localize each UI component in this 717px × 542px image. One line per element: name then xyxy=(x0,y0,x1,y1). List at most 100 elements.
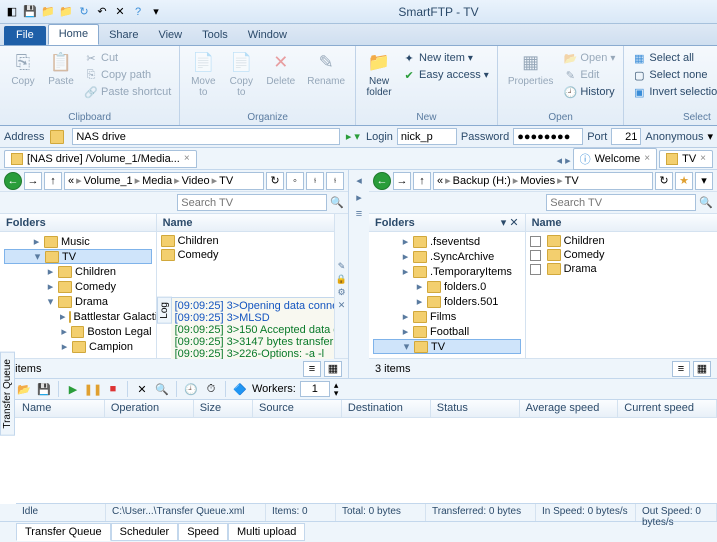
pause-icon[interactable]: ❚❚ xyxy=(85,381,101,397)
view-icons-icon[interactable]: ▦ xyxy=(693,361,711,377)
tree-item[interactable]: ▾Drama xyxy=(4,294,152,309)
speed-icon[interactable]: ⏱ xyxy=(203,381,219,397)
more1-button[interactable]: ⫮ xyxy=(306,172,324,190)
list-item[interactable]: Comedy xyxy=(530,248,713,262)
sync-right-icon[interactable]: ▸ xyxy=(356,191,362,204)
tree-item[interactable]: ▸folders.501 xyxy=(373,294,521,309)
stop-button[interactable]: ◦ xyxy=(286,172,304,190)
expand-icon[interactable]: ▾ xyxy=(46,295,55,308)
back-button[interactable]: ← xyxy=(4,172,22,190)
queue-col-header[interactable]: Average speed xyxy=(520,400,619,417)
view-icons-icon[interactable]: ▦ xyxy=(324,361,342,377)
gear-icon[interactable]: ⚙ xyxy=(337,287,345,298)
tab-window[interactable]: Window xyxy=(238,26,297,45)
right-search-input[interactable] xyxy=(546,194,696,211)
play-icon[interactable]: ▶ xyxy=(65,381,81,397)
queue-body[interactable] xyxy=(16,418,717,504)
tree-item[interactable]: ▸.SyncArchive xyxy=(373,249,521,264)
bottom-tab[interactable]: Multi upload xyxy=(228,523,305,541)
expand-icon[interactable]: ▸ xyxy=(401,265,410,278)
tree-item[interactable]: ▸Children xyxy=(4,264,152,279)
log-tab[interactable]: Log xyxy=(157,297,172,324)
crumb-segment[interactable]: Media xyxy=(142,175,172,187)
transfer-queue-side-label[interactable]: Transfer Queue xyxy=(0,352,15,436)
anon-dropdown-icon[interactable]: ▾ xyxy=(707,130,713,143)
lock-icon[interactable]: 🔒 xyxy=(336,274,347,285)
expand-icon[interactable]: ▸ xyxy=(401,325,410,338)
expand-icon[interactable]: ▸ xyxy=(415,295,424,308)
expand-icon[interactable]: ▸ xyxy=(46,265,55,278)
delete-button[interactable]: ✕Delete xyxy=(262,48,299,89)
list-item[interactable]: Comedy xyxy=(161,248,330,262)
moveto-button[interactable]: 📄Move to xyxy=(186,48,220,100)
expand-icon[interactable]: ▸ xyxy=(60,310,66,323)
tree-item[interactable]: ▸Music xyxy=(4,234,152,249)
qat-dropdown-icon[interactable]: ▾ xyxy=(148,4,164,20)
crumb-segment[interactable]: Video xyxy=(182,175,210,187)
delete-icon[interactable]: ✕ xyxy=(134,381,150,397)
schedule-icon[interactable]: 🕘 xyxy=(183,381,199,397)
edit-button[interactable]: ✎Edit xyxy=(561,67,617,83)
left-breadcrumb[interactable]: « ▸ Volume_1 ▸ Media ▸ Video ▸ TV xyxy=(64,172,264,190)
copypath-button[interactable]: ⎘Copy path xyxy=(82,67,173,83)
copyto-button[interactable]: 📄Copy to xyxy=(224,48,258,100)
spinner-icon[interactable]: ▴▾ xyxy=(334,381,339,397)
queue-col-header[interactable]: Status xyxy=(431,400,520,417)
anon-label[interactable]: Anonymous xyxy=(645,131,703,143)
selectall-button[interactable]: ▦Select all xyxy=(630,50,717,66)
back-button[interactable]: ← xyxy=(373,172,391,190)
left-search-input[interactable] xyxy=(177,194,327,211)
crumb-segment[interactable]: TV xyxy=(565,175,579,187)
forward-button[interactable]: → xyxy=(24,172,42,190)
workers-icon[interactable]: 🔷 xyxy=(232,381,248,397)
expand-icon[interactable]: ▸ xyxy=(60,325,68,338)
address-go-button[interactable]: ▸ ▾ xyxy=(346,130,360,143)
tab-file[interactable]: File xyxy=(4,26,46,45)
expand-icon[interactable]: ▾ xyxy=(33,250,42,263)
expand-icon[interactable]: ▸ xyxy=(401,250,410,263)
close-icon[interactable]: × xyxy=(644,153,650,164)
doctab-nas[interactable]: [NAS drive] /Volume_1/Media...× xyxy=(4,150,197,168)
close-icon[interactable]: × xyxy=(184,153,190,164)
tree-item[interactable]: ▸Boston Legal xyxy=(4,324,152,339)
queue-col-header[interactable]: Size xyxy=(194,400,253,417)
bottom-tab[interactable]: Scheduler xyxy=(111,523,179,541)
expand-icon[interactable]: ▾ xyxy=(402,340,411,353)
crumb-segment[interactable]: « xyxy=(68,175,74,187)
tree-item[interactable]: ▸Films xyxy=(373,309,521,324)
right-breadcrumb[interactable]: « ▸ Backup (H:) ▸ Movies ▸ TV xyxy=(433,172,653,190)
expand-icon[interactable]: ▸ xyxy=(60,340,69,353)
qat-folder2-icon[interactable]: 📁 xyxy=(58,4,74,20)
pasteshort-button[interactable]: 🔗Paste shortcut xyxy=(82,84,173,100)
tree-item[interactable]: ▸Football xyxy=(373,324,521,339)
address-input[interactable] xyxy=(72,128,340,145)
fav-button[interactable]: ★ xyxy=(675,172,693,190)
list-item[interactable]: Drama xyxy=(530,262,713,276)
qat-undo-icon[interactable]: ↶ xyxy=(94,4,110,20)
queue-col-header[interactable]: Name xyxy=(16,400,105,417)
expand-icon[interactable]: ▸ xyxy=(415,280,424,293)
queue-col-header[interactable]: Current speed xyxy=(618,400,717,417)
tree-item[interactable]: ▸folders.0 xyxy=(373,279,521,294)
pencil-icon[interactable]: ✎ xyxy=(338,261,346,272)
crumb-segment[interactable]: Backup (H:) xyxy=(453,175,511,187)
search-icon[interactable]: 🔍 xyxy=(154,381,170,397)
tree-item[interactable]: ▸Comedy xyxy=(4,279,152,294)
tab-share[interactable]: Share xyxy=(99,26,148,45)
sync-both-icon[interactable]: ≡ xyxy=(356,208,362,220)
history-button[interactable]: 🕘History xyxy=(561,84,617,100)
sync-left-icon[interactable]: ◂ xyxy=(356,174,362,187)
bottom-tab[interactable]: Speed xyxy=(178,523,228,541)
right-file-list[interactable]: ChildrenComedyDrama xyxy=(526,232,717,358)
forward-button[interactable]: → xyxy=(393,172,411,190)
expand-icon[interactable]: ▸ xyxy=(401,235,410,248)
queue-col-header[interactable]: Operation xyxy=(105,400,194,417)
search-icon[interactable]: 🔍 xyxy=(330,196,344,209)
expand-icon[interactable]: ▸ xyxy=(401,310,410,323)
queue-col-header[interactable]: Destination xyxy=(342,400,431,417)
crumb-segment[interactable]: « xyxy=(437,175,443,187)
up-button[interactable]: ↑ xyxy=(44,172,62,190)
save-icon[interactable]: 💾 xyxy=(36,381,52,397)
crumb-segment[interactable]: Volume_1 xyxy=(84,175,133,187)
expand-icon[interactable]: ▸ xyxy=(46,280,55,293)
